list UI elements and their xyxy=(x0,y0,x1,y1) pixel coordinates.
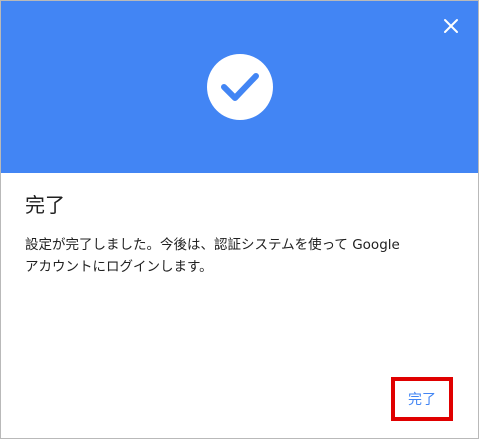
dialog-message: 設定が完了しました。今後は、認証システムを使って Google アカウントにログ… xyxy=(25,234,455,278)
dialog-message-line-2: アカウントにログインします。 xyxy=(25,259,213,275)
dialog-message-line-1: 設定が完了しました。今後は、認証システムを使って Google xyxy=(25,237,400,253)
dialog-title: 完了 xyxy=(25,193,65,217)
completion-dialog: 完了 設定が完了しました。今後は、認証システムを使って Google アカウント… xyxy=(0,0,479,439)
close-icon xyxy=(444,19,458,33)
dialog-banner xyxy=(1,1,478,173)
checkmark-icon xyxy=(221,73,259,101)
close-button[interactable] xyxy=(438,13,464,39)
check-circle-icon xyxy=(207,54,273,120)
done-button-highlight: 完了 xyxy=(391,377,453,421)
done-button[interactable]: 完了 xyxy=(408,389,436,409)
